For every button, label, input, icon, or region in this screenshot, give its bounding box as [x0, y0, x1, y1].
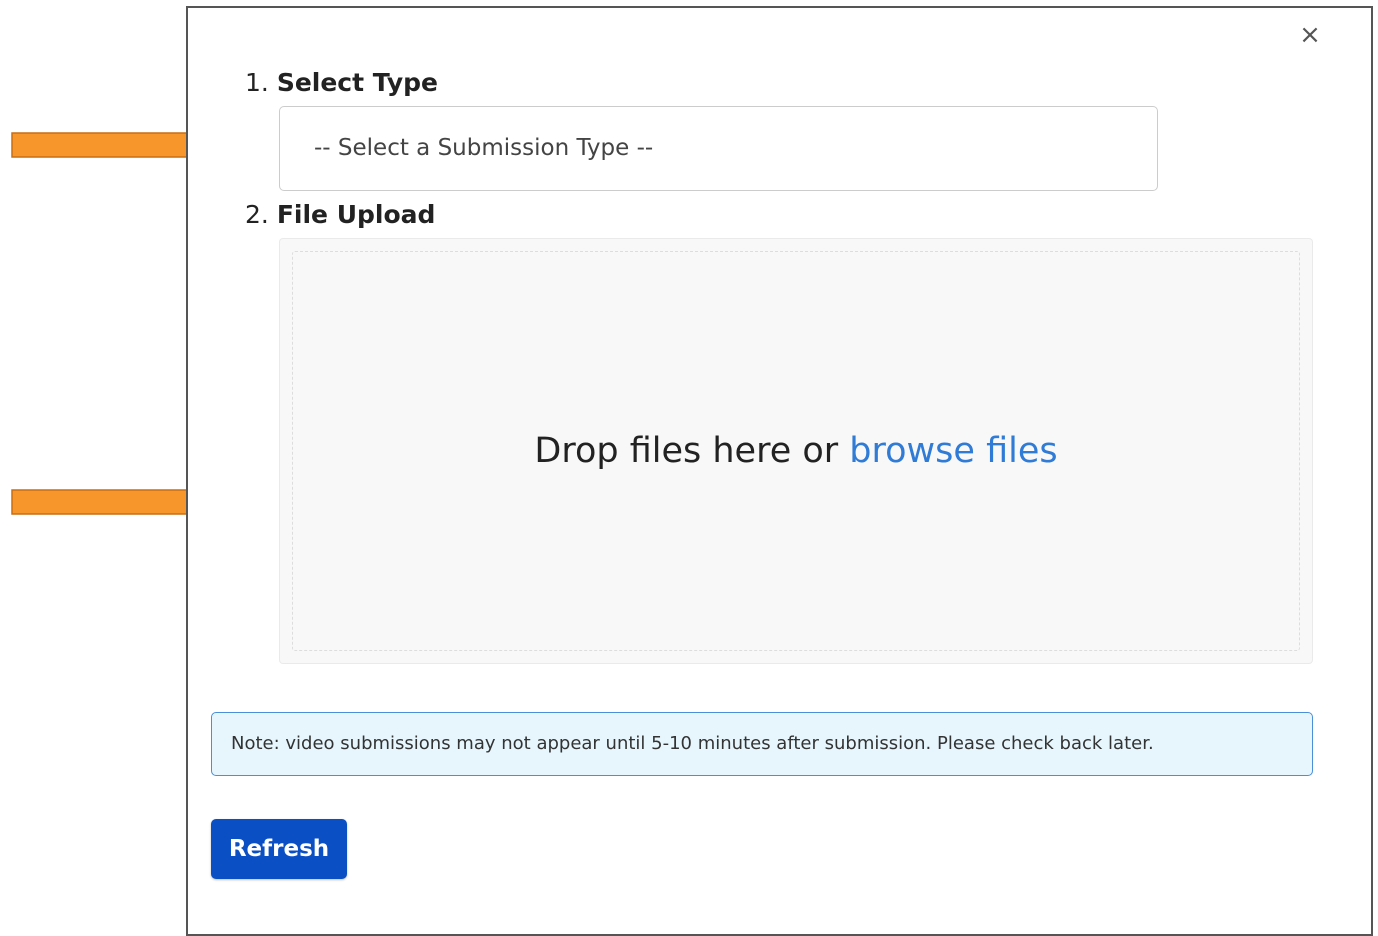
step-number: 1. [245, 68, 269, 97]
dropzone-text: Drop files here or browse files [280, 431, 1312, 471]
step-title: File Upload [276, 200, 436, 229]
submission-type-placeholder: -- Select a Submission Type -- [314, 135, 654, 161]
step-title: Select Type [276, 68, 439, 97]
step-select-type-label: 1. Select Type [245, 68, 438, 98]
close-icon[interactable]: × [1297, 22, 1323, 48]
step-number: 2. [245, 200, 269, 229]
refresh-button[interactable]: Refresh [211, 819, 347, 879]
file-dropzone[interactable]: Drop files here or browse files [279, 238, 1313, 664]
info-note: Note: video submissions may not appear u… [211, 712, 1313, 776]
drop-files-text: Drop files here or [534, 431, 850, 471]
submission-type-select[interactable]: -- Select a Submission Type -- [279, 106, 1158, 191]
browse-files-link[interactable]: browse files [849, 431, 1057, 471]
step-file-upload-label: 2. File Upload [245, 200, 435, 230]
info-note-text: Note: video submissions may not appear u… [231, 733, 1154, 754]
